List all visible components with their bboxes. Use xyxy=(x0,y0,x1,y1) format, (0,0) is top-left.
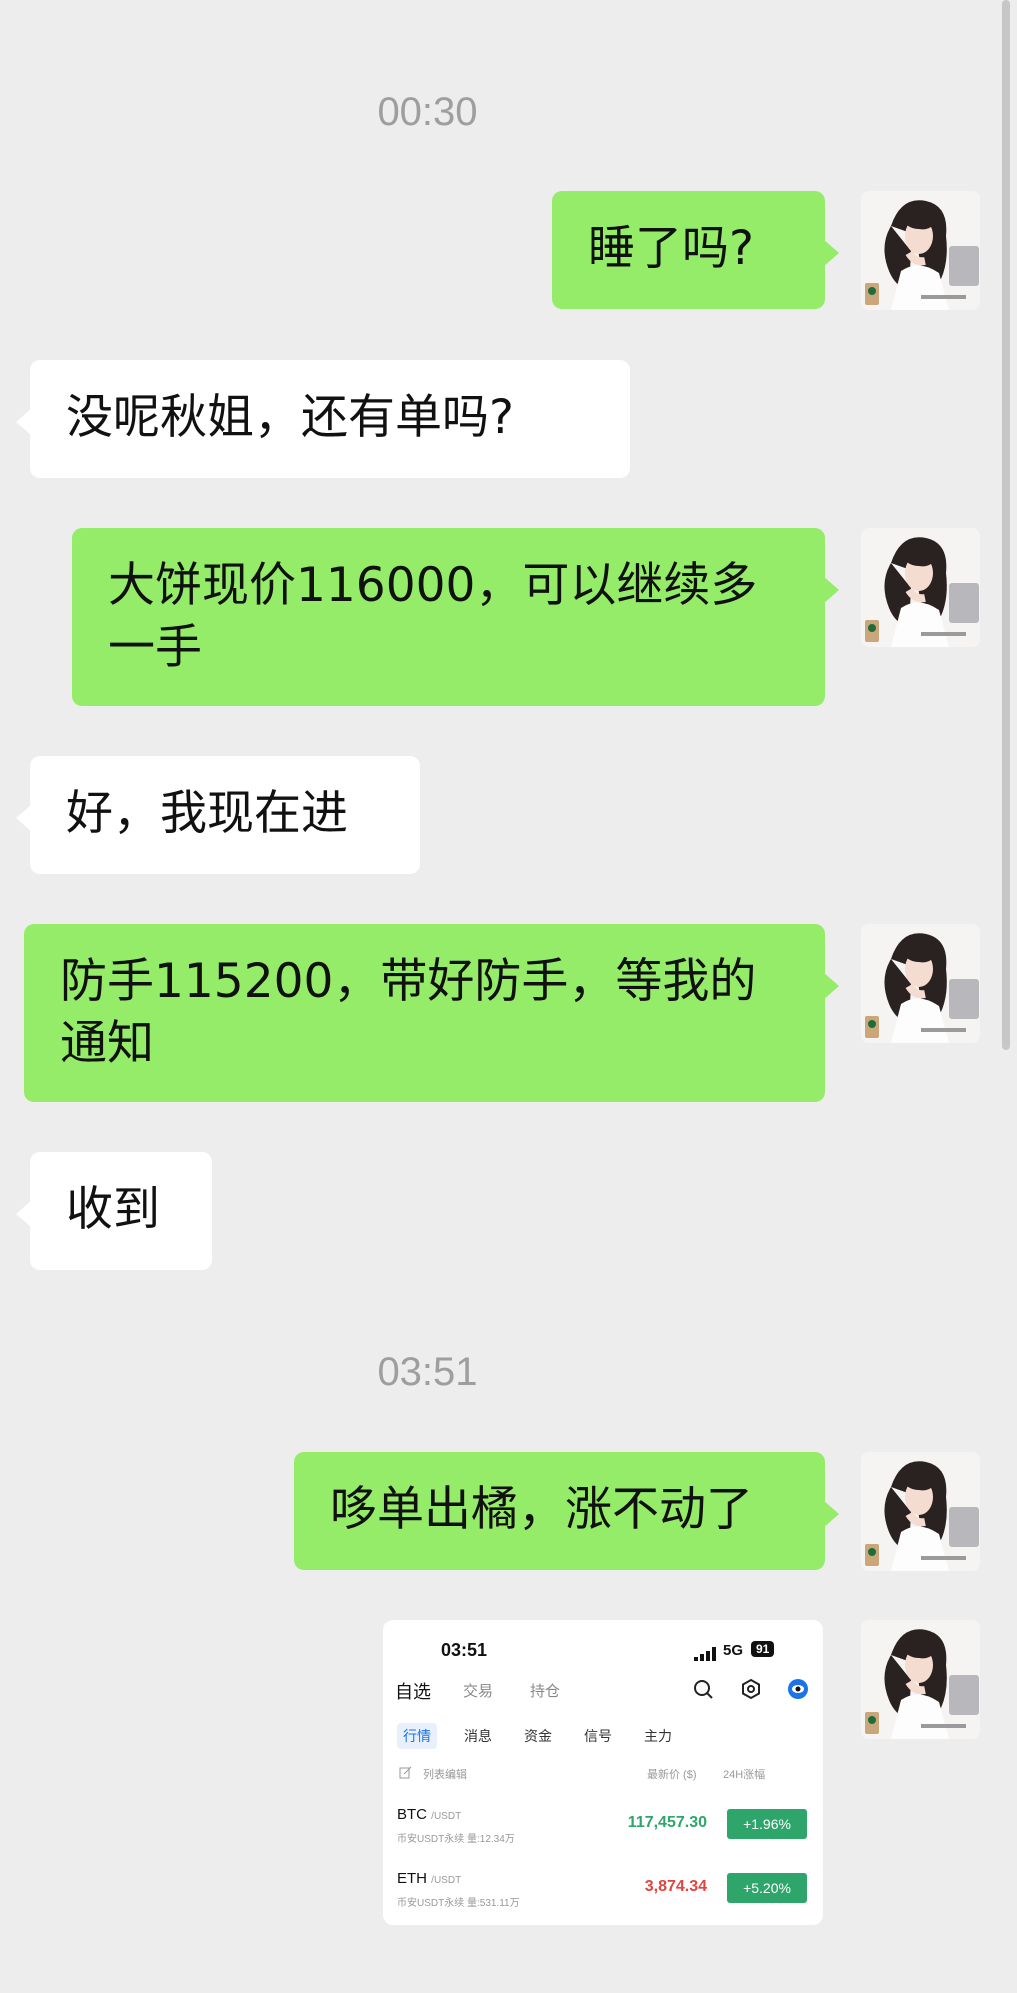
woman-avatar-icon xyxy=(861,1620,980,1739)
change-badge[interactable]: +1.96% xyxy=(727,1809,807,1839)
signal-icon xyxy=(694,1647,716,1661)
subtab-market[interactable]: 行情 xyxy=(397,1723,437,1749)
tab-trade[interactable]: 交易 xyxy=(463,1680,493,1701)
symbol-name: ETH xyxy=(397,1870,427,1887)
avatar[interactable] xyxy=(861,1620,980,1739)
market-desc: 币安USDT永续 量:531.11万 xyxy=(397,1898,520,1909)
message-bubble-incoming[interactable]: 没呢秋姐，还有单吗? xyxy=(16,360,630,478)
avatar[interactable] xyxy=(861,1452,980,1571)
symbol-label[interactable]: ETH /USDT xyxy=(397,1870,461,1887)
quote-currency: /USDT xyxy=(431,1875,462,1886)
subtab-funds[interactable]: 资金 xyxy=(524,1726,552,1746)
subtab-news[interactable]: 消息 xyxy=(464,1726,492,1746)
tab-watchlist[interactable]: 自选 xyxy=(395,1678,431,1704)
settings-icon[interactable] xyxy=(740,1678,762,1700)
message-bubble-outgoing[interactable]: 防手115200，带好防手，等我的通知 xyxy=(24,924,839,1102)
list-edit-label[interactable]: 列表编辑 xyxy=(423,1766,467,1782)
message-bubble-incoming[interactable]: 好，我现在进 xyxy=(16,756,420,874)
woman-avatar-icon xyxy=(861,924,980,1043)
tab-positions[interactable]: 持仓 xyxy=(530,1680,560,1701)
woman-avatar-icon xyxy=(861,1452,980,1571)
avatar[interactable] xyxy=(861,528,980,647)
eye-icon[interactable] xyxy=(787,1678,809,1700)
scrollbar[interactable] xyxy=(1002,0,1010,1050)
message-bubble-outgoing[interactable]: 睡了吗? xyxy=(552,191,839,309)
symbol-label[interactable]: BTC /USDT xyxy=(397,1806,461,1823)
subtab-signals[interactable]: 信号 xyxy=(584,1726,612,1746)
message-bubble-incoming[interactable]: 收到 xyxy=(16,1152,212,1270)
subtab-main-force[interactable]: 主力 xyxy=(644,1726,672,1746)
price-value: 3,874.34 xyxy=(644,1878,707,1895)
status-time: 03:51 xyxy=(441,1640,488,1660)
timestamp: 03:51 xyxy=(377,1350,478,1394)
woman-avatar-icon xyxy=(861,528,980,647)
market-desc: 币安USDT永续 量:12.34万 xyxy=(397,1834,515,1845)
battery-icon: 91 xyxy=(751,1641,775,1657)
avatar[interactable] xyxy=(861,191,980,310)
search-icon[interactable] xyxy=(692,1678,714,1700)
message-bubble-outgoing[interactable]: 大饼现价116000，可以继续多一手 xyxy=(72,528,839,706)
image-message-screenshot[interactable]: 03:51 5G 91 自选 交易 持仓 行情 消息 资金 信号 主力 列表编辑… xyxy=(383,1620,823,1925)
quote-currency: /USDT xyxy=(431,1811,462,1822)
message-bubble-outgoing[interactable]: 哆单出橘，涨不动了 xyxy=(294,1452,839,1570)
column-price-header[interactable]: 最新价 ($) xyxy=(647,1766,697,1782)
woman-avatar-icon xyxy=(861,191,980,310)
symbol-name: BTC xyxy=(397,1806,427,1823)
avatar[interactable] xyxy=(861,924,980,1043)
change-badge[interactable]: +5.20% xyxy=(727,1873,807,1903)
network-label: 5G xyxy=(723,1642,744,1659)
edit-icon[interactable] xyxy=(399,1766,412,1779)
price-value: 117,457.30 xyxy=(627,1814,707,1831)
timestamp: 00:30 xyxy=(377,90,478,134)
column-change-header[interactable]: 24H涨幅 xyxy=(723,1766,765,1782)
